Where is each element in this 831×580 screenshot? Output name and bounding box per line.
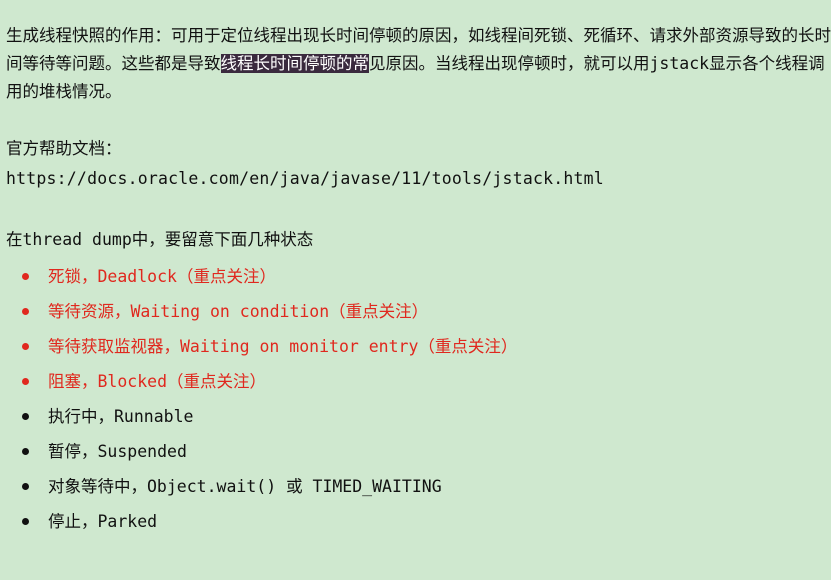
state-label: 阻塞，Blocked（重点关注）	[48, 372, 267, 391]
bullet-icon	[22, 308, 29, 315]
docs-url[interactable]: https://docs.oracle.com/en/java/javase/1…	[6, 163, 831, 194]
bullet-icon	[22, 343, 29, 350]
state-item-runnable: 执行中，Runnable	[22, 399, 831, 434]
states-list: 死锁，Deadlock（重点关注） 等待资源，Waiting on condit…	[6, 259, 831, 539]
bullet-icon	[22, 378, 29, 385]
intro-paragraph: 生成线程快照的作用：可用于定位线程出现长时间停顿的原因，如线程间死锁、死循环、请…	[6, 22, 831, 106]
bullet-icon	[22, 483, 29, 490]
state-label: 死锁，Deadlock（重点关注）	[48, 267, 276, 286]
intro-highlighted-text[interactable]: 线程长时间停顿的常	[220, 54, 369, 73]
state-item-object-wait: 对象等待中，Object.wait() 或 TIMED_WAITING	[22, 469, 831, 504]
state-label: 执行中，Runnable	[48, 407, 194, 426]
bullet-icon	[22, 273, 29, 280]
state-item-deadlock: 死锁，Deadlock（重点关注）	[22, 259, 831, 294]
state-item-parked: 停止，Parked	[22, 504, 831, 539]
state-label: 等待获取监视器，Waiting on monitor entry（重点关注）	[48, 337, 518, 356]
state-item-waiting-on-monitor-entry: 等待获取监视器，Waiting on monitor entry（重点关注）	[22, 329, 831, 364]
state-item-suspended: 暂停，Suspended	[22, 434, 831, 469]
state-label: 暂停，Suspended	[48, 442, 187, 461]
state-item-blocked: 阻塞，Blocked（重点关注）	[22, 364, 831, 399]
bullet-icon	[22, 448, 29, 455]
state-label: 等待资源，Waiting on condition（重点关注）	[48, 302, 429, 321]
document-page: 生成线程快照的作用：可用于定位线程出现长时间停顿的原因，如线程间死锁、死循环、请…	[0, 0, 831, 580]
bullet-icon	[22, 413, 29, 420]
state-label: 停止，Parked	[48, 512, 158, 531]
bullet-icon	[22, 518, 29, 525]
states-title: 在thread dump中，要留意下面几种状态	[6, 230, 314, 249]
state-label: 对象等待中，Object.wait() 或 TIMED_WAITING	[48, 477, 442, 496]
docs-label: 官方帮助文档：	[6, 139, 122, 158]
state-item-waiting-on-condition: 等待资源，Waiting on condition（重点关注）	[22, 294, 831, 329]
